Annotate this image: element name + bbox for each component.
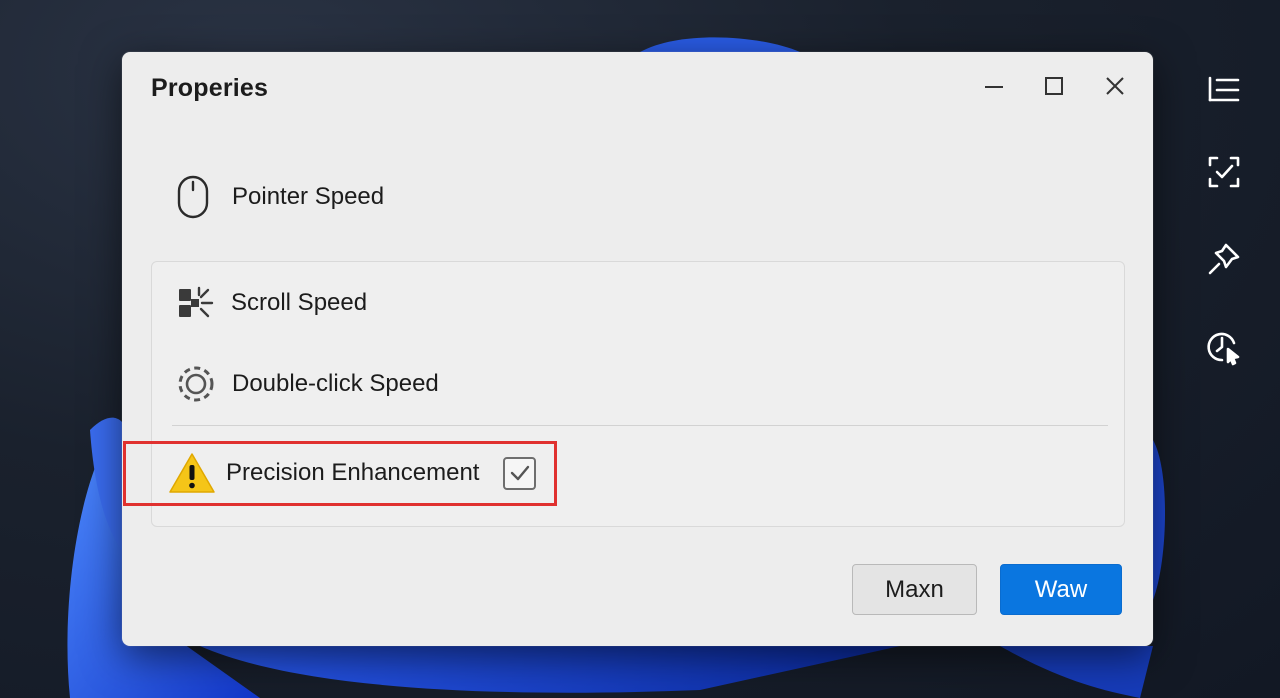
- precision-enhancement-checkbox[interactable]: [503, 456, 537, 490]
- waw-button[interactable]: Waw: [1000, 564, 1122, 615]
- scroll-speed-row[interactable]: Scroll Speed: [177, 285, 367, 321]
- maximize-button[interactable]: [1032, 68, 1076, 104]
- gear-icon: [178, 366, 214, 402]
- scroll-icon: [179, 286, 214, 318]
- close-button[interactable]: [1093, 68, 1137, 104]
- properties-dialog: Properies Pointer Speed Scroll Speed Dou…: [122, 52, 1153, 646]
- precision-enhancement-row[interactable]: Precision Enhancement: [168, 451, 537, 495]
- precision-enhancement-label: Precision Enhancement: [226, 459, 480, 486]
- pointer-speed-label: Pointer Speed: [232, 183, 385, 210]
- settings-group: Scroll Speed Double-click Speed Precisio…: [151, 261, 1125, 527]
- dialog-title: Properies: [151, 74, 269, 102]
- pointer-speed-row[interactable]: Pointer Speed: [176, 174, 384, 220]
- minimize-button[interactable]: [972, 68, 1016, 104]
- scroll-speed-label: Scroll Speed: [231, 289, 368, 316]
- double-click-speed-row[interactable]: Double-click Speed: [177, 365, 439, 403]
- clock-cursor-icon[interactable]: [1202, 325, 1246, 369]
- mouse-icon: [177, 175, 209, 219]
- pin-icon[interactable]: [1202, 237, 1246, 281]
- select-check-icon[interactable]: [1202, 150, 1246, 194]
- minimize-icon: [985, 86, 1003, 88]
- checkmark-icon: [510, 465, 530, 481]
- maxn-button[interactable]: Maxn: [852, 564, 977, 615]
- warning-icon: [169, 453, 215, 493]
- maximize-icon: [1045, 77, 1063, 95]
- group-divider: [172, 425, 1108, 426]
- close-icon: [1106, 77, 1124, 95]
- list-icon[interactable]: [1202, 67, 1246, 111]
- double-click-speed-label: Double-click Speed: [232, 370, 439, 397]
